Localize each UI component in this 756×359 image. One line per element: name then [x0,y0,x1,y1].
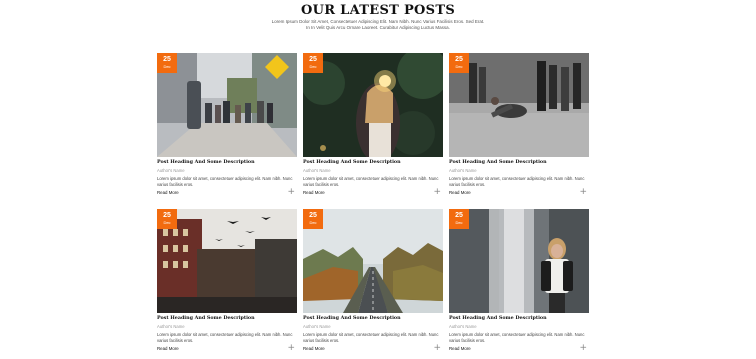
date-day: 25 [455,56,463,63]
date-day: 25 [455,212,463,219]
date-month: Dec [309,64,317,69]
date-badge: 25 Dec [303,209,323,229]
plus-icon[interactable]: + [433,344,441,353]
post-title[interactable]: Post Heading And Some Description [303,315,443,321]
date-badge: 25 Dec [157,209,177,229]
post-image-forest-road[interactable]: 25 Dec [303,209,443,313]
date-month: Dec [163,64,171,69]
plus-icon[interactable]: + [579,344,587,353]
date-day: 25 [163,212,171,219]
date-month: Dec [163,220,171,225]
plus-icon[interactable]: + [579,188,587,197]
read-more-link[interactable]: Read More [303,346,325,351]
post-image-sparkler[interactable]: 25 Dec [303,53,443,157]
post-author: Author's Name [449,168,477,173]
post-title[interactable]: Post Heading And Some Description [157,315,297,321]
section-subtitle: Lorem Ipsum Dolor Sit Amet, Consectetuer… [271,19,485,30]
date-day: 25 [309,212,317,219]
date-badge: 25 Dec [449,209,469,229]
post-image-breakdancer[interactable]: 25 Dec [449,53,589,157]
read-more-link[interactable]: Read More [449,346,471,351]
post-image-birds-buildings[interactable]: 25 Dec [157,209,297,313]
date-month: Dec [455,64,463,69]
post-author: Author's Name [157,324,185,329]
read-more-link[interactable]: Read More [449,190,471,195]
plus-icon[interactable]: + [287,188,295,197]
post-title[interactable]: Post Heading And Some Description [449,315,589,321]
post-card: 25 Dec Post Heading And Some Description… [157,209,297,353]
date-month: Dec [309,220,317,225]
post-author: Author's Name [157,168,185,173]
post-author: Author's Name [303,168,331,173]
post-card: 25 Dec Post Heading And Some Description… [303,53,443,197]
post-image-city-street[interactable]: 25 Dec [157,53,297,157]
post-excerpt: Lorem ipsum dolor sit amet, consectetuer… [449,332,585,343]
plus-icon[interactable]: + [287,344,295,353]
post-title[interactable]: Post Heading And Some Description [449,159,589,165]
post-excerpt: Lorem ipsum dolor sit amet, consectetuer… [157,176,293,187]
post-card: 25 Dec Post Heading And Some Description… [303,209,443,353]
date-badge: 25 Dec [157,53,177,73]
date-day: 25 [163,56,171,63]
post-card: 25 Dec Post Heading And Some Description… [449,53,589,197]
post-image-waterfall[interactable]: 25 Dec [449,209,589,313]
post-excerpt: Lorem ipsum dolor sit amet, consectetuer… [303,176,439,187]
plus-icon[interactable]: + [433,188,441,197]
read-more-link[interactable]: Read More [157,190,179,195]
date-month: Dec [455,220,463,225]
post-excerpt: Lorem ipsum dolor sit amet, consectetuer… [449,176,585,187]
post-author: Author's Name [303,324,331,329]
post-card: 25 Dec Post Heading And Some Description… [449,209,589,353]
post-title[interactable]: Post Heading And Some Description [157,159,297,165]
post-card: 25 Dec Post Heading And Some Description… [157,53,297,197]
date-badge: 25 Dec [449,53,469,73]
read-more-link[interactable]: Read More [157,346,179,351]
section-title: OUR LATEST POSTS [300,3,456,18]
read-more-link[interactable]: Read More [303,190,325,195]
date-day: 25 [309,56,317,63]
post-author: Author's Name [449,324,477,329]
post-title[interactable]: Post Heading And Some Description [303,159,443,165]
post-excerpt: Lorem ipsum dolor sit amet, consectetuer… [157,332,293,343]
date-badge: 25 Dec [303,53,323,73]
post-excerpt: Lorem ipsum dolor sit amet, consectetuer… [303,332,439,343]
